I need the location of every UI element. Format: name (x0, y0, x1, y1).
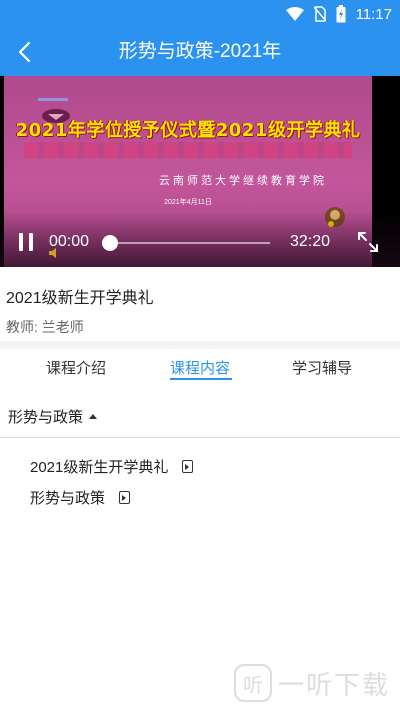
watermark-text: 一听下载 (277, 669, 390, 700)
section-header[interactable]: 形势与政策 (8, 406, 98, 427)
course-tabs: 课程介绍 课程内容 学习辅导 (0, 349, 400, 387)
caret-up-icon (89, 414, 98, 419)
watermark: 听 一听下载 (233, 664, 390, 702)
video-controls: 00:00 32:20 (0, 228, 400, 258)
no-sim-icon (313, 6, 326, 22)
active-tab-indicator (170, 378, 232, 380)
play-document-icon (119, 491, 131, 504)
chapter-label: 形势与政策 (30, 490, 106, 507)
lesson-title: 2021级新生开学典礼 (6, 290, 154, 307)
page-title: 形势与政策-2021年 (118, 41, 282, 62)
back-button[interactable] (8, 36, 40, 68)
status-icons: 11:17 (285, 4, 392, 24)
pause-bar-right (29, 233, 33, 251)
current-time: 00:00 (49, 233, 90, 250)
wifi-icon (285, 7, 304, 21)
play-document-icon (182, 460, 194, 473)
battery-charging-icon (336, 5, 346, 23)
app-bar: 形势与政策-2021年 (0, 28, 400, 76)
tab-course-intro[interactable]: 课程介绍 (46, 357, 106, 378)
watermark-logo-icon: 听 (233, 664, 272, 702)
pause-button[interactable] (16, 232, 38, 254)
video-player[interactable]: 2021年学位授予仪式暨2021级开学典礼 云南师范大学继续教育学院 2021年… (0, 76, 400, 267)
section-separator (0, 341, 400, 349)
pause-bar-left (19, 233, 23, 251)
teacher-name: 教师: 兰老师 (6, 319, 84, 335)
chevron-left-icon (18, 41, 31, 63)
chapter-item[interactable]: 形势与政策 (30, 487, 131, 508)
video-date: 2021年4月11日 (164, 199, 212, 206)
fullscreen-button[interactable] (356, 230, 380, 254)
video-headline: 2021年学位授予仪式暨2021级开学典礼 (15, 120, 361, 141)
video-headline-reflection (24, 142, 352, 158)
chapter-label: 2021级新生开学典礼 (30, 459, 169, 476)
seek-bar[interactable] (102, 235, 270, 251)
divider (0, 437, 400, 438)
video-school-name: 云南师范大学继续教育学院 (159, 174, 327, 187)
status-time: 11:17 (355, 5, 392, 23)
fullscreen-icon (358, 232, 378, 252)
total-duration: 32:20 (290, 233, 331, 250)
seek-thumb[interactable] (102, 235, 118, 251)
chapter-item[interactable]: 2021级新生开学典礼 (30, 456, 194, 477)
section-title: 形势与政策 (8, 409, 84, 426)
tab-course-content[interactable]: 课程内容 (170, 357, 230, 378)
tab-study-guidance[interactable]: 学习辅导 (292, 357, 352, 378)
status-bar: 11:17 (0, 0, 400, 28)
